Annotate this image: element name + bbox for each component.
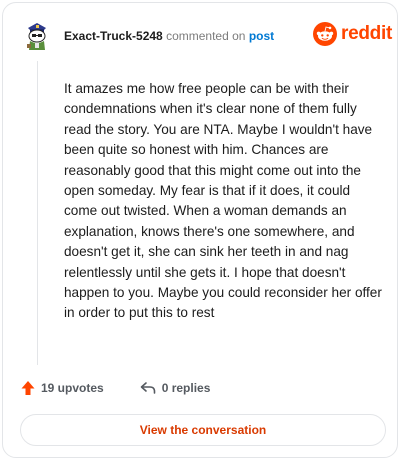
user-avatar[interactable]: [21, 19, 53, 51]
comment-header: Exact-Truck-5248 commented on post: [64, 29, 274, 43]
reddit-snoo-icon: [313, 22, 337, 46]
upvote-arrow-icon: [21, 381, 35, 395]
reddit-wordmark: reddit: [341, 23, 392, 44]
reddit-logo[interactable]: reddit: [313, 22, 392, 46]
comment-body: It amazes me how free people can be with…: [64, 81, 382, 321]
avatar-icon: [27, 23, 46, 50]
thread-line: [37, 61, 38, 365]
reply-arrow-icon: [140, 382, 156, 394]
upvote-button[interactable]: 19 upvotes: [21, 380, 104, 396]
comment-card: Exact-Truck-5248 commented on post reddi…: [2, 2, 398, 458]
upvote-count: 19 upvotes: [41, 381, 104, 395]
reply-button[interactable]: 0 replies: [140, 381, 211, 395]
comment-actions: 19 upvotes 0 replies: [21, 380, 210, 396]
reply-count: 0 replies: [161, 381, 211, 395]
username[interactable]: Exact-Truck-5248: [64, 29, 163, 43]
view-conversation-button[interactable]: View the conversation: [20, 414, 386, 446]
post-link[interactable]: post: [249, 29, 274, 43]
commented-on-label: commented on: [166, 29, 246, 43]
